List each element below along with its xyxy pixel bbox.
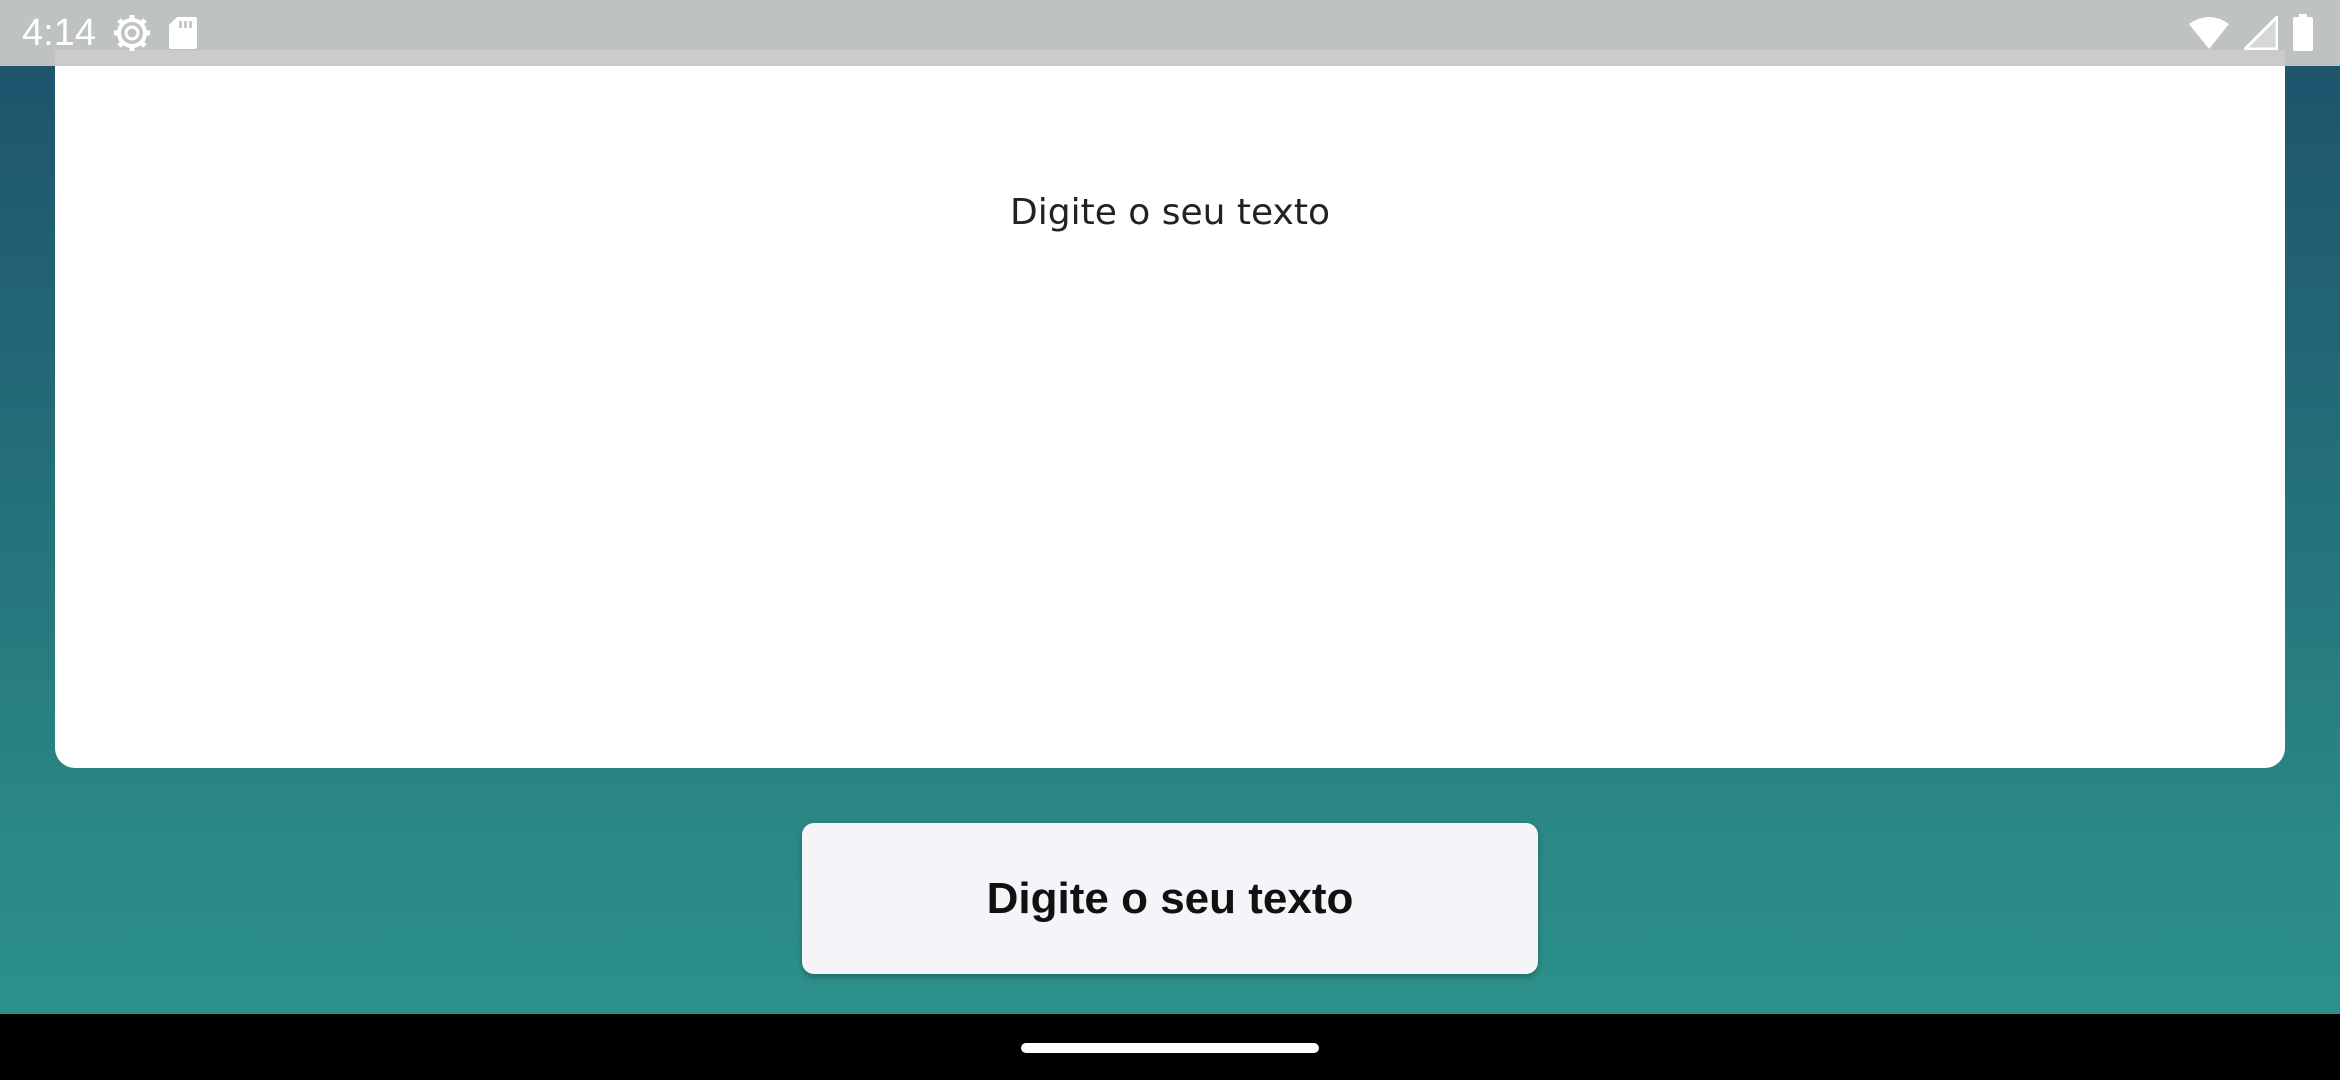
home-indicator[interactable] xyxy=(1021,1043,1319,1053)
action-button-label: Digite o seu texto xyxy=(986,873,1354,923)
card-text: Digite o seu texto xyxy=(1010,192,1330,233)
text-display-card: Digite o seu texto xyxy=(55,50,2285,768)
navigation-bar xyxy=(0,1014,2340,1080)
cell-signal-icon xyxy=(2244,16,2278,50)
status-bar: 4:14 xyxy=(0,0,2340,66)
sd-card-icon xyxy=(168,15,198,51)
app-screen: 4:14 Digite o seu texto Digite o seu tex… xyxy=(0,0,2340,1080)
status-left: 4:14 xyxy=(22,0,198,66)
settings-icon xyxy=(112,13,152,53)
status-clock: 4:14 xyxy=(22,11,96,54)
status-right xyxy=(2188,0,2314,66)
wifi-icon xyxy=(2188,16,2230,50)
action-button[interactable]: Digite o seu texto xyxy=(802,823,1538,974)
battery-icon xyxy=(2292,14,2314,52)
